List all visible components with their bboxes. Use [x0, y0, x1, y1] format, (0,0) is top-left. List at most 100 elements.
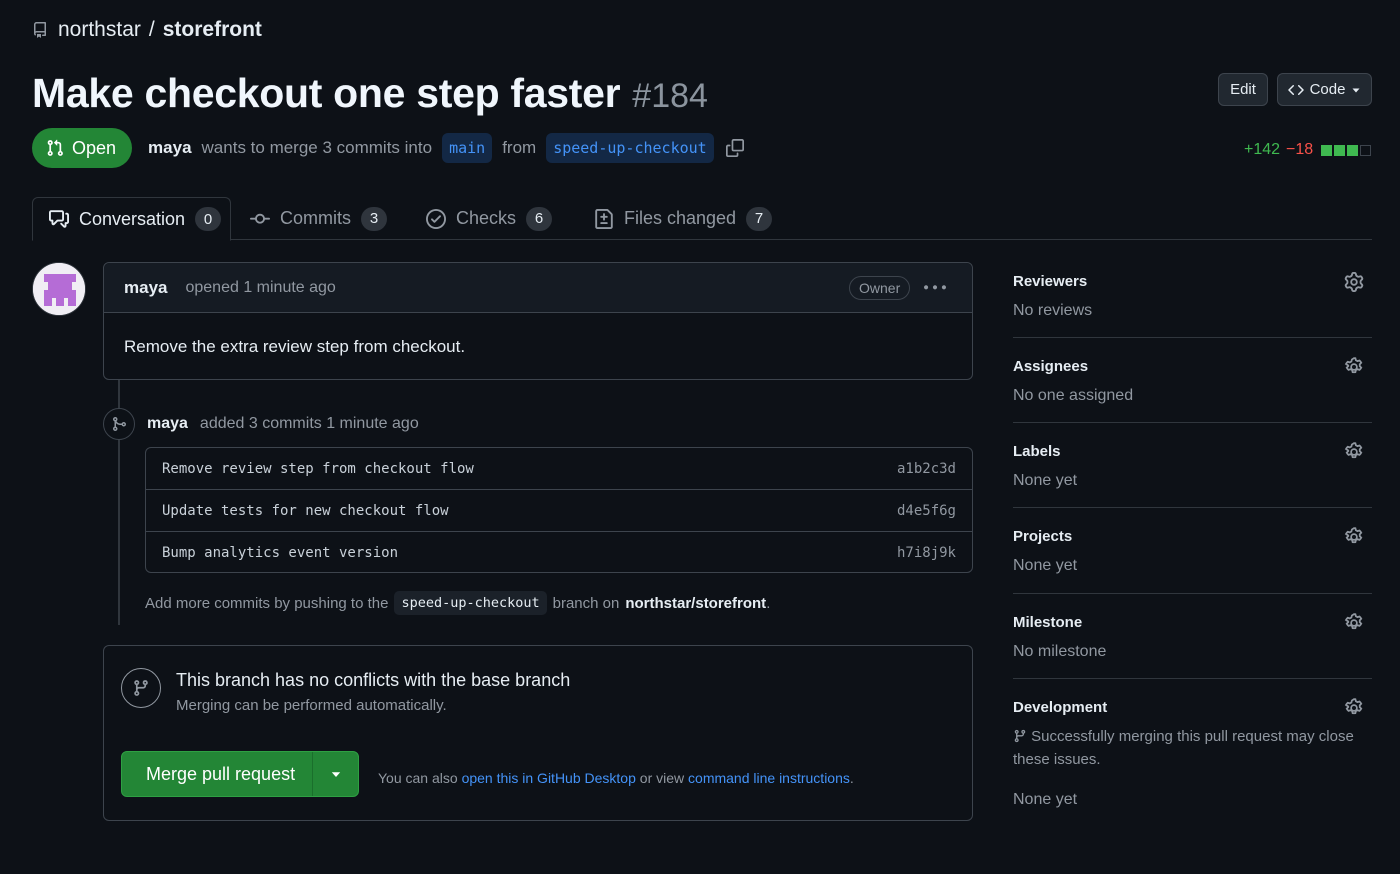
git-commit-event-icon	[103, 408, 135, 440]
git-branch-small-icon	[1013, 729, 1027, 743]
commit-row[interactable]: Remove review step from checkout flow a1…	[146, 448, 972, 490]
from-text: from	[502, 138, 537, 157]
git-pull-request-icon	[46, 139, 64, 157]
merge-pull-request-button[interactable]: Merge pull request	[122, 752, 313, 796]
head-branch-link[interactable]: speed-up-checkout	[546, 133, 714, 163]
sidebar-milestone-title: Milestone	[1013, 614, 1083, 631]
pr-author-link[interactable]: maya	[148, 138, 191, 158]
tab-conversation-label: Conversation	[79, 208, 186, 229]
sidebar-development-value: None yet	[1013, 791, 1078, 808]
owner-badge: Owner	[849, 276, 911, 300]
comment-header: maya opened 1 minute ago Owner	[104, 263, 972, 313]
diffstat: +142 −18	[1244, 141, 1372, 159]
commit-sha[interactable]: d4e5f6g	[897, 503, 956, 519]
tab-files-changed-counter: 7	[746, 206, 773, 231]
sidebar-divider	[1013, 507, 1372, 508]
tab-files-changed[interactable]: Files changed 7	[578, 197, 788, 240]
edit-button[interactable]: Edit	[1218, 73, 1268, 106]
push-hint-prefix: Add more commits by pushing to the	[145, 594, 389, 612]
code-icon	[1287, 82, 1304, 98]
pr-status-row: Open maya wants to merge 3 commits into …	[32, 128, 744, 168]
commit-sha[interactable]: a1b2c3d	[897, 461, 956, 477]
commit-row[interactable]: Update tests for new checkout flow d4e5f…	[146, 490, 972, 532]
diffstat-block-added	[1334, 144, 1346, 156]
sidebar-projects-value: None yet	[1013, 557, 1078, 574]
gear-icon[interactable]	[1344, 272, 1364, 292]
tab-conversation-counter: 0	[195, 207, 222, 231]
push-hint-suffix: .	[766, 594, 771, 612]
sidebar-milestone: Milestone No milestone	[1013, 613, 1372, 661]
merge-hint-mid: or view	[639, 770, 685, 786]
git-commit-icon	[250, 209, 270, 229]
pr-description-comment: maya opened 1 minute ago Owner Remove th…	[103, 262, 973, 380]
merge-status-title: This branch has no conflicts with the ba…	[176, 670, 571, 690]
git-branch-icon	[121, 668, 161, 708]
merge-hint-prefix: You can also	[378, 770, 458, 786]
pr-number: #184	[632, 77, 708, 115]
sidebar-projects-title: Projects	[1013, 528, 1073, 545]
pr-title-row: Make checkout one step faster #184	[32, 70, 708, 117]
commit-event: maya added 3 commits 1 minute ago	[103, 408, 419, 440]
sidebar-development-text: Successfully merging this pull request m…	[1013, 725, 1372, 771]
gear-icon[interactable]	[1344, 442, 1364, 462]
merge-button-group: Merge pull request	[121, 751, 359, 797]
sidebar-reviewers: Reviewers No reviews	[1013, 272, 1372, 320]
repo-icon	[32, 22, 48, 38]
sidebar-divider	[1013, 678, 1372, 679]
sidebar-reviewers-title: Reviewers	[1013, 273, 1088, 290]
commit-event-text: added 3 commits 1 minute ago	[199, 415, 419, 432]
deletions-count: −18	[1286, 141, 1314, 158]
kebab-horizontal-icon[interactable]	[924, 277, 946, 299]
development-description: Successfully merging this pull request m…	[1013, 728, 1354, 768]
sidebar-labels-title: Labels	[1013, 443, 1061, 460]
push-hint-repo-link[interactable]: northstar/storefront	[625, 595, 766, 612]
merge-status-subtitle: Merging can be performed automatically.	[176, 697, 447, 714]
commit-message[interactable]: Update tests for new checkout flow	[162, 503, 449, 519]
gear-icon[interactable]	[1344, 357, 1364, 377]
base-branch-link[interactable]: main	[442, 133, 493, 163]
gear-icon[interactable]	[1344, 698, 1364, 718]
sidebar-development: Development Successfully merging this pu…	[1013, 698, 1372, 809]
sidebar-divider	[1013, 422, 1372, 423]
comment-body: Remove the extra review step from checko…	[124, 337, 466, 356]
pr-title: Make checkout one step faster	[32, 70, 621, 116]
sidebar-divider	[1013, 337, 1372, 338]
push-hint: Add more commits by pushing to the speed…	[145, 591, 770, 615]
triangle-down-icon	[330, 768, 342, 780]
sidebar-divider	[1013, 593, 1372, 594]
copy-icon[interactable]	[725, 139, 744, 157]
tab-commits[interactable]: Commits 3	[234, 197, 403, 240]
tab-conversation[interactable]: Conversation 0	[32, 197, 231, 241]
tab-commits-label: Commits	[280, 208, 351, 228]
commit-message[interactable]: Bump analytics event version	[162, 545, 398, 561]
sidebar-assignees-title: Assignees	[1013, 358, 1089, 375]
code-button-label: Code	[1309, 81, 1346, 98]
command-line-instructions-link[interactable]: command line instructions	[688, 770, 850, 786]
sidebar-reviewers-value: No reviews	[1013, 302, 1093, 319]
commit-event-author-link[interactable]: maya	[147, 415, 188, 433]
tab-checks[interactable]: Checks 6	[410, 197, 568, 240]
commit-sha[interactable]: h7i8j9k	[897, 545, 956, 561]
additions-count: +142	[1244, 141, 1281, 158]
repo-owner-link[interactable]: northstar	[58, 18, 141, 42]
merge-method-dropdown[interactable]	[313, 752, 358, 796]
code-button[interactable]: Code	[1277, 73, 1372, 106]
open-in-desktop-link[interactable]: open this in GitHub Desktop	[462, 770, 636, 786]
sidebar-labels: Labels None yet	[1013, 442, 1372, 490]
gear-icon[interactable]	[1344, 613, 1364, 633]
gear-icon[interactable]	[1344, 527, 1364, 547]
sidebar-milestone-value: No milestone	[1013, 643, 1107, 660]
commit-row[interactable]: Bump analytics event version h7i8j9k	[146, 532, 972, 574]
repo-name-link[interactable]: storefront	[163, 18, 262, 42]
sidebar-assignees: Assignees No one assigned	[1013, 357, 1372, 405]
commit-message[interactable]: Remove review step from checkout flow	[162, 461, 474, 477]
sidebar-labels-value: None yet	[1013, 472, 1078, 489]
merge-description: wants to merge 3 commits into	[201, 138, 433, 157]
tab-commits-counter: 3	[361, 206, 387, 231]
merge-hint-suffix: .	[849, 770, 854, 786]
comment-meta[interactable]: opened 1 minute ago	[185, 279, 335, 297]
comment-discussion-icon	[49, 209, 69, 229]
avatar[interactable]	[32, 262, 86, 316]
comment-author-link[interactable]: maya	[124, 278, 167, 298]
diffstat-blocks	[1321, 144, 1372, 156]
